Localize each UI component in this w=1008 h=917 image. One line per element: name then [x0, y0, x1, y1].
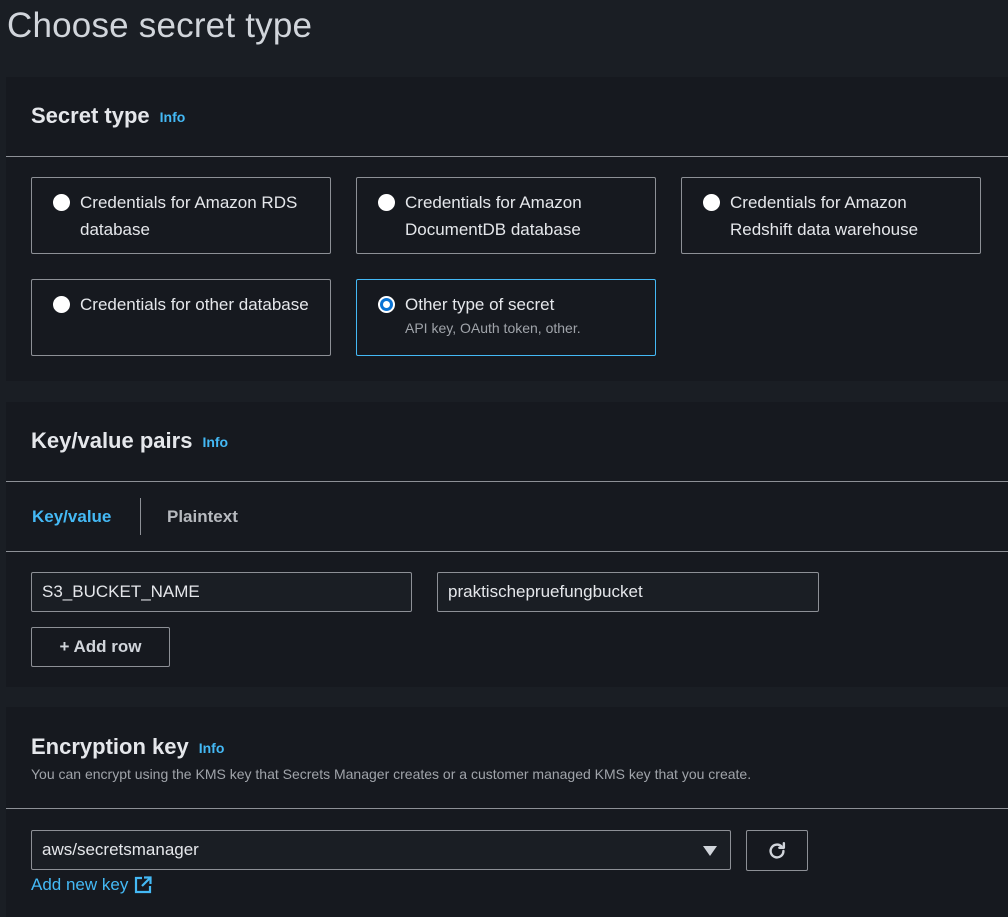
- add-new-key-link[interactable]: Add new key: [31, 875, 152, 895]
- kv-info-link[interactable]: Info: [202, 434, 228, 450]
- divider: [6, 156, 1008, 157]
- radio-button-selected[interactable]: [378, 296, 395, 313]
- encryption-info-link[interactable]: Info: [199, 740, 225, 756]
- divider: [6, 808, 1008, 809]
- encryption-key-panel: Encryption key Info You can encrypt using…: [6, 707, 1008, 917]
- key-input[interactable]: S3_BUCKET_NAME: [31, 572, 412, 612]
- add-row-button[interactable]: + Add row: [31, 627, 170, 667]
- secret-type-heading: Secret type Info: [31, 103, 185, 129]
- encryption-description: You can encrypt using the KMS key that S…: [31, 766, 752, 782]
- divider: [6, 551, 1008, 552]
- tab-key-value[interactable]: Key/value: [32, 507, 111, 527]
- key-value-panel: Key/value pairs Info Key/value Plaintext …: [6, 402, 1008, 687]
- kv-heading: Key/value pairs Info: [31, 428, 228, 454]
- kms-key-value: aws/secretsmanager: [42, 840, 199, 859]
- option-rds[interactable]: Credentials for Amazon RDS database: [31, 177, 331, 254]
- secret-type-panel: Secret type Info Credentials for Amazon R…: [6, 77, 1008, 381]
- kv-title: Key/value pairs: [31, 428, 193, 453]
- option-label: Credentials for Amazon RDS database: [80, 193, 298, 239]
- option-other-secret[interactable]: Other type of secret API key, OAuth toke…: [356, 279, 656, 356]
- divider: [6, 481, 1008, 482]
- option-other-database[interactable]: Credentials for other database: [31, 279, 331, 356]
- page-title: Choose secret type: [7, 6, 313, 45]
- option-description: API key, OAuth token, other.: [405, 320, 581, 336]
- radio-button[interactable]: [53, 296, 70, 313]
- add-new-key-label: Add new key: [31, 875, 129, 894]
- radio-button[interactable]: [53, 194, 70, 211]
- option-label: Credentials for other database: [80, 295, 309, 314]
- option-redshift[interactable]: Credentials for Amazon Redshift data war…: [681, 177, 981, 254]
- secret-type-info-link[interactable]: Info: [160, 109, 186, 125]
- external-link-icon: [135, 876, 152, 894]
- refresh-button[interactable]: [746, 830, 808, 871]
- encryption-heading: Encryption key Info: [31, 734, 224, 760]
- option-documentdb[interactable]: Credentials for Amazon DocumentDB databa…: [356, 177, 656, 254]
- option-label: Credentials for Amazon Redshift data war…: [730, 193, 919, 239]
- radio-button[interactable]: [703, 194, 720, 211]
- radio-button[interactable]: [378, 194, 395, 211]
- caret-down-icon: [703, 846, 717, 856]
- option-label: Other type of secret: [405, 295, 555, 314]
- encryption-title: Encryption key: [31, 734, 189, 759]
- page: Choose secret type Secret type Info Crede…: [0, 0, 1008, 917]
- option-label: Credentials for Amazon DocumentDB databa…: [405, 193, 582, 239]
- secret-type-title: Secret type: [31, 103, 150, 128]
- kms-key-select[interactable]: aws/secretsmanager: [31, 830, 731, 870]
- value-input[interactable]: praktischepruefungbucket: [437, 572, 819, 612]
- refresh-icon: [769, 841, 786, 859]
- tab-separator: [140, 498, 141, 535]
- tab-plaintext[interactable]: Plaintext: [167, 507, 238, 527]
